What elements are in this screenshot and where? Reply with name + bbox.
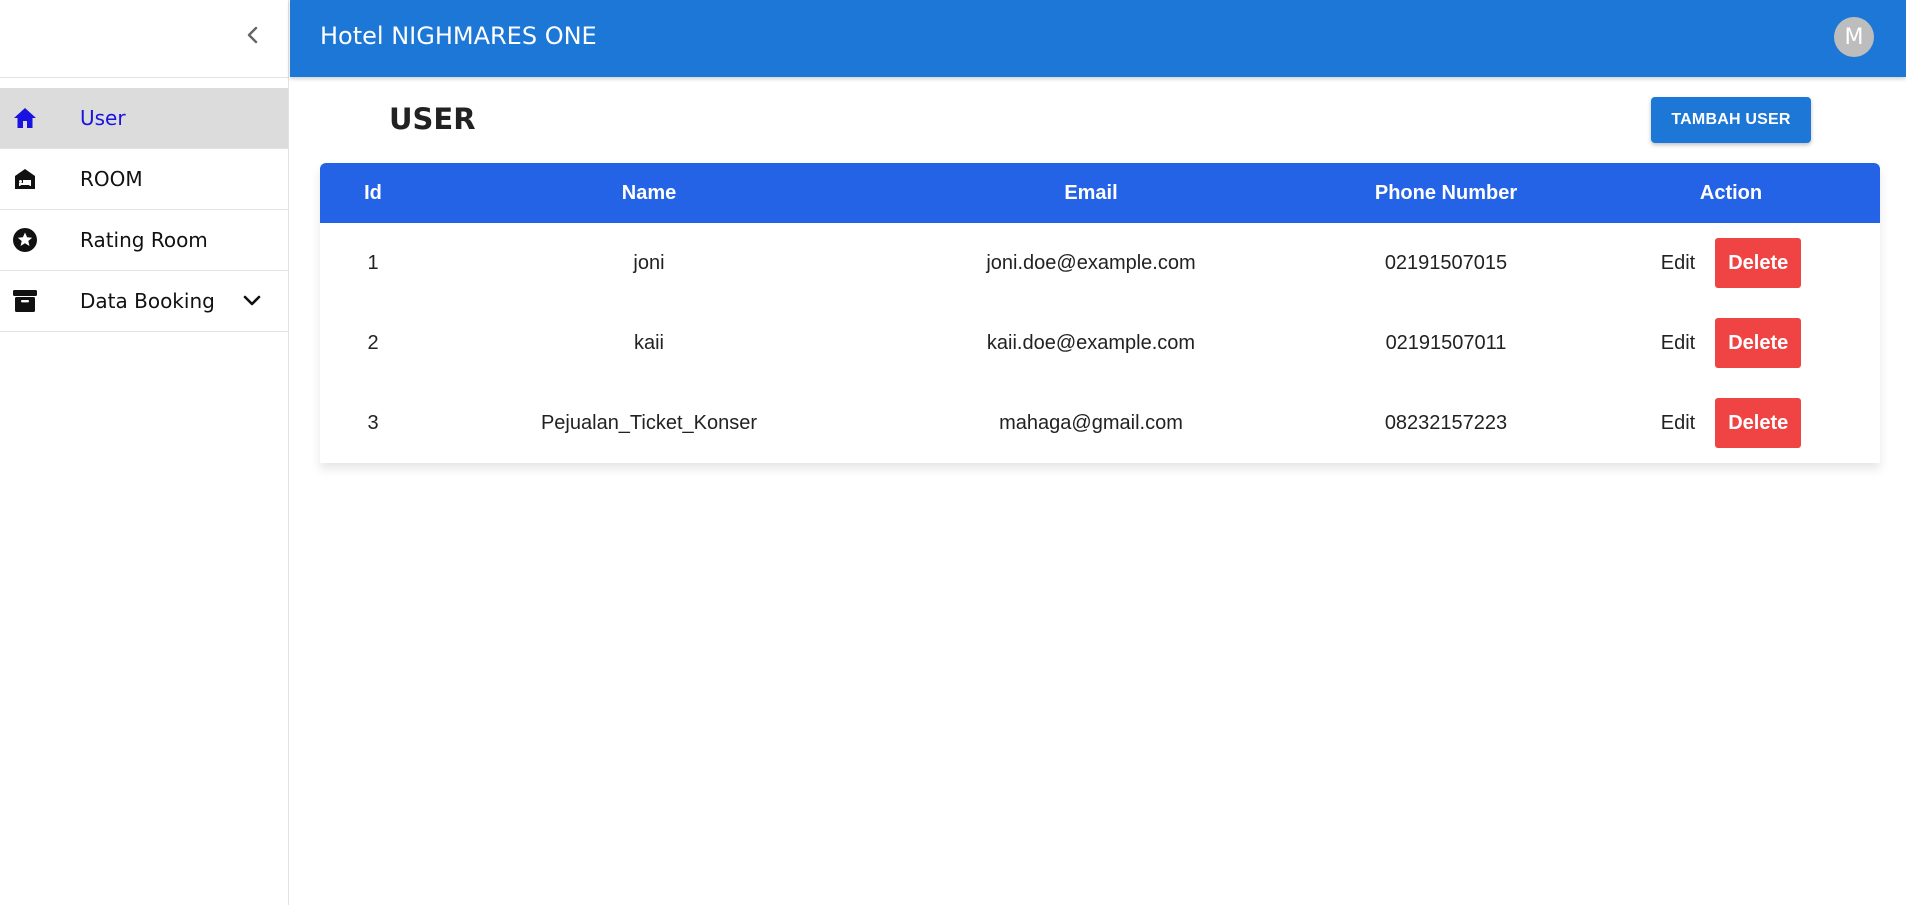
star-circle-icon (12, 227, 38, 253)
archive-box-icon (12, 288, 38, 314)
sidebar-item-rating-room[interactable]: Rating Room (0, 210, 288, 271)
sidebar-header (0, 0, 288, 78)
cell-name: kaii (633, 331, 664, 354)
sidebar-item-data-booking[interactable]: Data Booking (0, 271, 288, 332)
sidebar: User ROOM Rating Room Data Booking (0, 0, 289, 905)
edit-button[interactable]: Edit (1661, 332, 1695, 355)
cell-action: Edit Delete (1582, 383, 1880, 463)
app-header: Hotel NIGHMARES ONE M (290, 0, 1906, 77)
cell-phone: 02191507015 (1384, 251, 1508, 274)
column-header-name: Name (621, 181, 677, 204)
sidebar-item-user[interactable]: User (0, 88, 288, 149)
sidebar-item-room[interactable]: ROOM (0, 149, 288, 210)
avatar[interactable]: M (1834, 17, 1874, 57)
delete-button[interactable]: Delete (1715, 238, 1802, 288)
cell-name: Pejualan_Ticket_Konser (540, 411, 758, 434)
sidebar-item-label: Rating Room (80, 228, 208, 252)
table-row: 3 Pejualan_Ticket_Konser mahaga@gmail.co… (320, 383, 1880, 463)
cell-email: kaii.doe@example.com (986, 331, 1196, 354)
chevron-down-icon[interactable] (242, 291, 262, 311)
column-header-action: Action (1699, 181, 1763, 204)
user-table: Id Name Email Phone Number Action 1 joni… (320, 163, 1880, 463)
table-row: 1 joni joni.doe@example.com 02191507015 … (320, 223, 1880, 303)
cell-id: 2 (367, 331, 379, 354)
cell-phone: 08232157223 (1384, 411, 1508, 434)
cell-email: mahaga@gmail.com (999, 411, 1183, 434)
cell-name: joni (633, 251, 665, 274)
sidebar-item-label: Data Booking (80, 289, 215, 313)
column-header-phone: Phone Number (1374, 181, 1518, 204)
cell-phone: 02191507011 (1385, 331, 1507, 354)
delete-button[interactable]: Delete (1715, 318, 1802, 368)
cell-id: 1 (367, 251, 379, 274)
app-title: Hotel NIGHMARES ONE (320, 22, 597, 50)
delete-button[interactable]: Delete (1715, 398, 1802, 448)
column-header-id: Id (364, 181, 382, 204)
page-title: USER (389, 102, 476, 136)
sidebar-item-label: ROOM (80, 167, 143, 191)
table-header-row: Id Name Email Phone Number Action (320, 163, 1880, 223)
cell-action: Edit Delete (1582, 303, 1880, 383)
home-icon (12, 105, 38, 131)
edit-button[interactable]: Edit (1661, 412, 1695, 435)
user-table-container: Id Name Email Phone Number Action 1 joni… (320, 163, 1880, 463)
hotel-bed-icon (12, 166, 38, 192)
sidebar-nav: User ROOM Rating Room Data Booking (0, 88, 288, 332)
table-row: 2 kaii kaii.doe@example.com 02191507011 … (320, 303, 1880, 383)
add-user-button[interactable]: TAMBAH USER (1651, 97, 1811, 143)
collapse-sidebar-button[interactable] (238, 22, 268, 52)
cell-id: 3 (367, 411, 379, 434)
chevron-left-icon (246, 26, 260, 48)
edit-button[interactable]: Edit (1661, 252, 1695, 275)
column-header-email: Email (1064, 181, 1118, 204)
sidebar-item-label: User (80, 106, 126, 130)
cell-email: joni.doe@example.com (986, 251, 1196, 274)
cell-action: Edit Delete (1582, 223, 1880, 303)
